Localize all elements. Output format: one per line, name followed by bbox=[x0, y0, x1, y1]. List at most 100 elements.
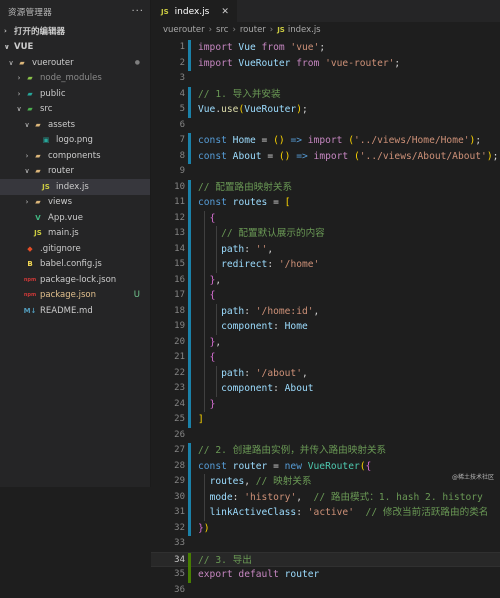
open-editors-section[interactable]: › 打开的编辑器 bbox=[0, 23, 150, 39]
code-line[interactable]: 36 bbox=[151, 583, 500, 598]
code-line[interactable]: 9 bbox=[151, 164, 500, 180]
tree-item[interactable]: ∨▰vuerouter● bbox=[0, 55, 150, 71]
code-token: : bbox=[233, 492, 245, 503]
code-line[interactable]: 33 bbox=[151, 536, 500, 552]
modified-line-marker[interactable] bbox=[188, 211, 191, 227]
code-line[interactable]: 4// 1. 导入并安装 bbox=[151, 87, 500, 103]
tree-item-label: logo.png bbox=[56, 135, 93, 145]
modified-line-marker[interactable] bbox=[188, 490, 191, 506]
more-actions-icon[interactable]: ··· bbox=[131, 6, 144, 17]
code-line[interactable]: 34// 3. 导出 bbox=[151, 552, 500, 568]
code-token bbox=[198, 368, 221, 379]
code-line[interactable]: 28const router = new VueRouter({ bbox=[151, 459, 500, 475]
modified-line-marker[interactable] bbox=[188, 521, 191, 537]
code-line[interactable]: 32}) bbox=[151, 521, 500, 537]
modified-line-marker[interactable] bbox=[188, 149, 191, 165]
tree-item[interactable]: JSindex.js bbox=[0, 179, 150, 195]
tree-item[interactable]: ›▰node_modules bbox=[0, 71, 150, 87]
tree-item[interactable]: npmpackage.jsonU bbox=[0, 288, 150, 304]
code-token: const bbox=[198, 151, 227, 162]
code-line[interactable]: 2import VueRouter from 'vue-router'; bbox=[151, 56, 500, 72]
code-line[interactable]: 11const routes = [ bbox=[151, 195, 500, 211]
code-line[interactable]: 27// 2. 创建路由实例，并传入路由映射关系 bbox=[151, 443, 500, 459]
tree-item[interactable]: ∨▰router bbox=[0, 164, 150, 180]
modified-line-marker[interactable] bbox=[188, 87, 191, 103]
added-line-marker[interactable] bbox=[188, 567, 191, 583]
tree-item[interactable]: JSmain.js bbox=[0, 226, 150, 242]
modified-line-marker[interactable] bbox=[188, 397, 191, 413]
tree-item[interactable]: VApp.vue bbox=[0, 210, 150, 226]
modified-line-marker[interactable] bbox=[188, 133, 191, 149]
code-token: = bbox=[267, 461, 284, 472]
modified-line-marker[interactable] bbox=[188, 288, 191, 304]
folder-icon: ▰ bbox=[32, 197, 44, 207]
code-line[interactable]: 1import Vue from 'vue'; bbox=[151, 40, 500, 56]
code-line[interactable]: 25] bbox=[151, 412, 500, 428]
breadcrumb-item[interactable]: vuerouter bbox=[163, 25, 205, 35]
code-text: const Home = () => import ('../views/Hom… bbox=[198, 133, 481, 149]
modified-line-marker[interactable] bbox=[188, 505, 191, 521]
tree-item[interactable]: ›▰views bbox=[0, 195, 150, 211]
code-line[interactable]: 8const About = () => import ('../views/A… bbox=[151, 149, 500, 165]
tree-item[interactable]: ▣logo.png bbox=[0, 133, 150, 149]
tree-item[interactable]: ›▰components bbox=[0, 148, 150, 164]
modified-line-marker[interactable] bbox=[188, 40, 191, 56]
tree-item[interactable]: npmpackage-lock.json bbox=[0, 272, 150, 288]
code-line[interactable]: 6 bbox=[151, 118, 500, 134]
added-line-marker[interactable] bbox=[188, 553, 191, 569]
modified-line-marker[interactable] bbox=[188, 319, 191, 335]
tree-item[interactable]: ∨▰src bbox=[0, 102, 150, 118]
code-token: import bbox=[308, 151, 348, 162]
modified-line-marker[interactable] bbox=[188, 242, 191, 258]
modified-line-marker[interactable] bbox=[188, 180, 191, 196]
code-line[interactable]: 35export default router bbox=[151, 567, 500, 583]
line-number: 1 bbox=[151, 40, 185, 56]
tree-item[interactable]: ∨▰assets bbox=[0, 117, 150, 133]
close-icon[interactable]: ✕ bbox=[221, 7, 229, 17]
modified-line-marker[interactable] bbox=[188, 474, 191, 490]
chevron-down-icon: ∨ bbox=[22, 167, 32, 175]
code-token: Home bbox=[285, 321, 308, 332]
modified-line-marker[interactable] bbox=[188, 350, 191, 366]
code-line[interactable]: 7const Home = () => import ('../views/Ho… bbox=[151, 133, 500, 149]
modified-line-marker[interactable] bbox=[188, 412, 191, 428]
modified-line-marker[interactable] bbox=[188, 257, 191, 273]
modified-line-marker[interactable] bbox=[188, 226, 191, 242]
code-text: }, bbox=[198, 273, 221, 289]
breadcrumb-item[interactable]: src bbox=[216, 25, 228, 35]
tree-item[interactable]: ›▰public bbox=[0, 86, 150, 102]
tab-index-js[interactable]: JS index.js ✕ bbox=[151, 0, 237, 23]
modified-line-marker[interactable] bbox=[188, 102, 191, 118]
workspace-section[interactable]: ∨ VUE bbox=[0, 39, 150, 55]
code-token: router bbox=[279, 569, 319, 580]
code-token: const bbox=[198, 461, 227, 472]
modified-line-marker[interactable] bbox=[188, 56, 191, 72]
code-line[interactable]: 26 bbox=[151, 428, 500, 444]
modified-line-marker[interactable] bbox=[188, 304, 191, 320]
code-text: } bbox=[198, 397, 215, 413]
breadcrumb-item[interactable]: index.js bbox=[288, 25, 321, 35]
code-area[interactable]: 1import Vue from 'vue';2import VueRouter… bbox=[151, 40, 500, 487]
modified-line-marker[interactable] bbox=[188, 366, 191, 382]
line-number: 33 bbox=[151, 536, 185, 552]
line-number: 16 bbox=[151, 273, 185, 289]
tree-item-label: assets bbox=[48, 120, 75, 130]
code-text: const router = new VueRouter({ bbox=[198, 459, 371, 475]
code-line[interactable]: 3 bbox=[151, 71, 500, 87]
code-token: : bbox=[267, 259, 279, 270]
indent-guide bbox=[204, 211, 205, 413]
modified-line-marker[interactable] bbox=[188, 443, 191, 459]
tree-item-label: router bbox=[48, 166, 74, 176]
tab-label: index.js bbox=[175, 7, 210, 17]
breadcrumb-item[interactable]: router bbox=[240, 25, 266, 35]
modified-line-marker[interactable] bbox=[188, 273, 191, 289]
modified-line-marker[interactable] bbox=[188, 335, 191, 351]
tree-item[interactable]: M↓README.md bbox=[0, 303, 150, 319]
tree-item[interactable]: ◆.gitignore bbox=[0, 241, 150, 257]
modified-line-marker[interactable] bbox=[188, 195, 191, 211]
modified-line-marker[interactable] bbox=[188, 381, 191, 397]
modified-line-marker[interactable] bbox=[188, 459, 191, 475]
code-line[interactable]: 5Vue.use(VueRouter); bbox=[151, 102, 500, 118]
tree-item[interactable]: Bbabel.config.js bbox=[0, 257, 150, 273]
code-line[interactable]: 10// 配置路由映射关系 bbox=[151, 180, 500, 196]
